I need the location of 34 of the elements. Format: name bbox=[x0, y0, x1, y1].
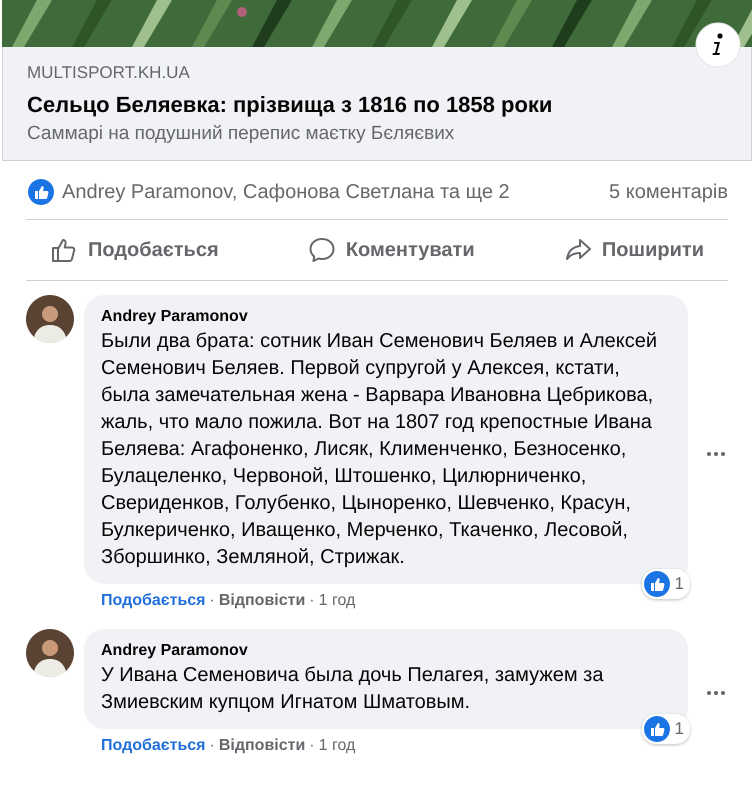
comment-button[interactable]: Коментувати bbox=[300, 231, 483, 269]
like-icon bbox=[644, 571, 670, 597]
like-icon bbox=[28, 179, 54, 205]
more-options-icon[interactable] bbox=[706, 450, 726, 457]
comment-time[interactable]: 1 год bbox=[318, 589, 356, 613]
avatar[interactable] bbox=[26, 629, 74, 677]
link-description: Саммарі на подушний перепис маєтку Бєляєвих bbox=[27, 122, 456, 146]
reply-link[interactable]: Відповісти bbox=[218, 589, 306, 613]
comment-author[interactable]: Andrey Paramonov bbox=[101, 306, 670, 328]
reply-link[interactable]: Відповісти bbox=[218, 734, 306, 758]
like-link[interactable]: Подобається bbox=[101, 734, 206, 758]
comment-text: У Ивана Семеновича была дочь Пелагея, замужем за Змиевским купцом Игнатом Шматовым. bbox=[101, 663, 604, 715]
speech-bubble-icon bbox=[308, 236, 336, 264]
separator-dot: · bbox=[309, 736, 315, 756]
info-icon[interactable] bbox=[695, 22, 741, 68]
comment-author[interactable]: Andrey Paramonov bbox=[101, 640, 670, 662]
reaction-badge[interactable]: 1 bbox=[642, 714, 690, 744]
comment-time[interactable]: 1 год bbox=[318, 734, 356, 758]
link-domain: MULTISPORT.KH.UA bbox=[27, 62, 191, 84]
separator-dot: · bbox=[210, 736, 215, 756]
reaction-badge[interactable]: 1 bbox=[642, 569, 690, 599]
link-title[interactable]: Сельцо Беляевка: прізвища з 1816 по 1858 роки bbox=[27, 89, 727, 121]
more-options-icon[interactable] bbox=[706, 690, 726, 696]
reaction-names[interactable]: Andrey Paramonov, Сафонова Светлана та ще 2 bbox=[62, 177, 510, 207]
separator-dot: · bbox=[210, 591, 215, 611]
like-button[interactable]: Подобається bbox=[42, 231, 227, 269]
thumbs-up-icon bbox=[50, 236, 78, 264]
comment-text: Были два брата: сотник Иван Семенович Беляев и Алексей Семенович Беляев. Первой супругой у Алексея, кстати, была замечательная жена - Варвара Ивановна Цебрикова, жаль, что мало пожила. Вот на 1807 год крепостные Ивана Беляева: Агафоненко, Лисяк, Клименченко, Безносенко, Булацеленко, Червоной, Штошенко, Цилюрниченко, Свериденков, Голубенко, Цыноренко, Шевченко, Красун, Булкериченко, Иващенко, Мерченко, Ткаченко, Лесовой, Зборшинко, Земляной, Стрижак. bbox=[101, 329, 658, 570]
like-link[interactable]: Подобається bbox=[101, 589, 206, 613]
separator-dot: · bbox=[309, 591, 315, 611]
avatar[interactable] bbox=[26, 295, 74, 343]
like-icon bbox=[644, 716, 670, 742]
share-button[interactable]: Поширити bbox=[556, 231, 712, 269]
comments-count[interactable]: 5 коментарів bbox=[609, 177, 728, 207]
